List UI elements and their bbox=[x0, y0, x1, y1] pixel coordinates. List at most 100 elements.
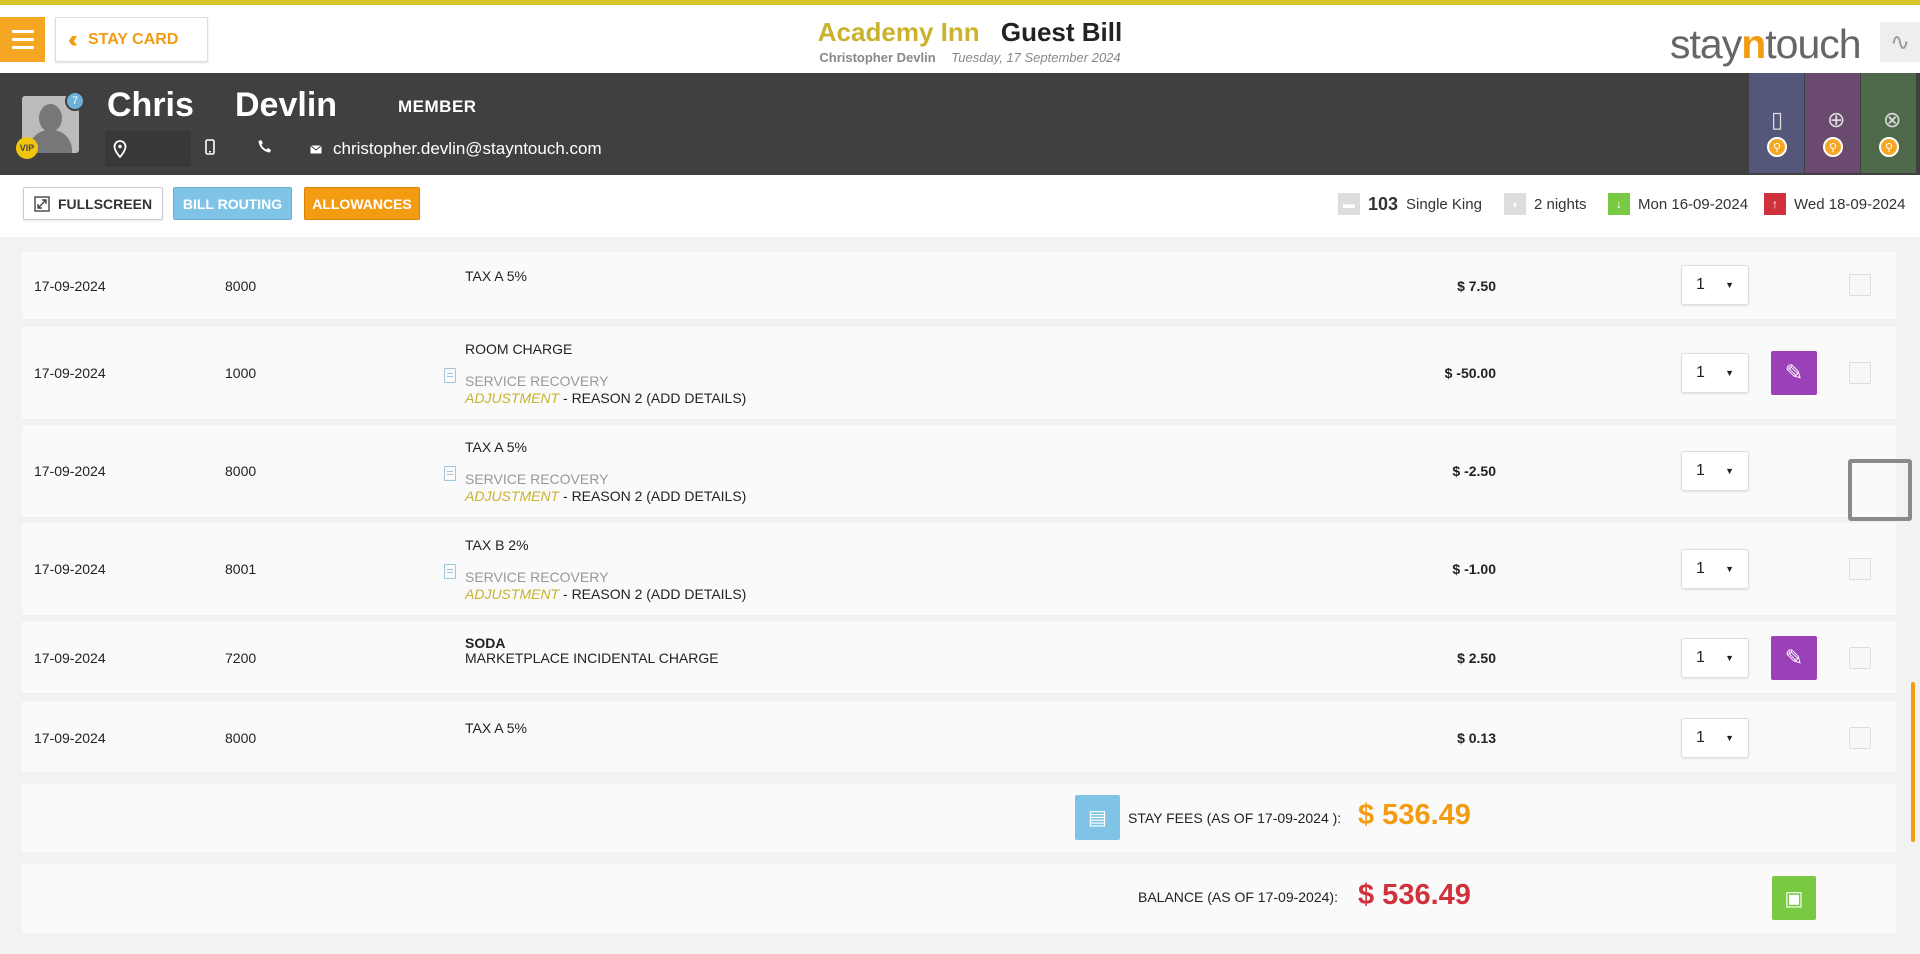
menu-icon-line bbox=[11, 38, 34, 41]
hamburger-menu-button[interactable] bbox=[0, 17, 45, 62]
row-checkbox[interactable] bbox=[1849, 647, 1871, 669]
departure-date: Wed 18-09-2024 bbox=[1794, 195, 1906, 213]
fullscreen-label: FULLSCREEN bbox=[57, 195, 153, 212]
search-icon: ⚲ bbox=[1767, 137, 1787, 157]
document-icon bbox=[444, 466, 456, 481]
room-tab[interactable]: ▯ ⚲ bbox=[1749, 73, 1804, 173]
table-row: 17-09-2024 8001 TAX B 2% SERVICE RECOVER… bbox=[22, 523, 1896, 616]
edit-pencil-button[interactable]: ✎ bbox=[1771, 351, 1817, 395]
row-description: ROOM CHARGE bbox=[465, 341, 573, 357]
receipt-icon[interactable]: ▤ bbox=[1075, 795, 1120, 840]
document-icon bbox=[444, 564, 456, 579]
table-row: 17-09-2024 8000 TAX A 5% SERVICE RECOVER… bbox=[22, 425, 1896, 518]
telephone-icon[interactable] bbox=[258, 139, 272, 157]
location-field[interactable] bbox=[105, 131, 191, 167]
row-description: TAX A 5% bbox=[465, 268, 527, 284]
notification-count-badge[interactable]: 7 bbox=[65, 91, 85, 111]
stay-fees-value: $ 536.49 bbox=[1358, 799, 1471, 831]
web-tab[interactable]: ⊕ ⚲ bbox=[1805, 73, 1860, 173]
vertical-scrollbar[interactable] bbox=[1911, 682, 1915, 842]
quantity-select[interactable]: 1 ▼ bbox=[1681, 451, 1749, 491]
balance-label: BALANCE (AS OF 17-09-2024): bbox=[1138, 889, 1338, 905]
row-amount: $ -1.00 bbox=[1452, 561, 1496, 577]
stay-fees-label: STAY FEES (AS OF 17-09-2024 ): bbox=[1128, 810, 1342, 826]
stay-fees-summary: ▤ STAY FEES (AS OF 17-09-2024 ): $ 536.4… bbox=[22, 784, 1896, 852]
edit-pencil-button[interactable]: ✎ bbox=[1771, 636, 1817, 680]
document-icon bbox=[444, 368, 456, 383]
caret-down-icon: ▼ bbox=[1725, 466, 1734, 476]
table-row: 17-09-2024 1000 ROOM CHARGE SERVICE RECO… bbox=[22, 327, 1896, 420]
circles-icon: ⊗ bbox=[1883, 107, 1902, 132]
mobile-phone-icon[interactable] bbox=[205, 139, 215, 160]
row-date: 17-09-2024 bbox=[34, 278, 106, 294]
row-code: 8001 bbox=[225, 561, 257, 577]
row-date: 17-09-2024 bbox=[34, 730, 106, 746]
row-code: 8000 bbox=[225, 463, 257, 479]
row-description: TAX A 5% bbox=[465, 720, 527, 736]
arrival-info: ↓ Mon 16-09-2024 bbox=[1608, 193, 1748, 215]
row-checkbox-focused[interactable] bbox=[1848, 459, 1912, 521]
row-checkbox[interactable] bbox=[1849, 362, 1871, 384]
guest-last-name[interactable]: Devlin bbox=[235, 86, 337, 125]
vip-badge: VIP bbox=[16, 137, 38, 159]
room-info: ▬ 103 Single King bbox=[1338, 193, 1482, 215]
group-tab[interactable]: ⊗ ⚲ bbox=[1861, 73, 1916, 173]
table-row: 17-09-2024 8000 TAX A 5% $ 7.50 1 ▼ bbox=[22, 252, 1896, 320]
row-code: 7200 bbox=[225, 650, 257, 666]
double-chevron-left-icon: ‹‹ bbox=[68, 25, 78, 53]
allowances-button[interactable]: ALLOWANCES bbox=[304, 187, 420, 220]
quantity-select[interactable]: 1 ▼ bbox=[1681, 638, 1749, 678]
balance-value: $ 536.49 bbox=[1358, 879, 1471, 911]
nights-count: 2 nights bbox=[1534, 195, 1587, 213]
quantity-select[interactable]: 1 ▼ bbox=[1681, 718, 1749, 758]
row-sub-description: SERVICE RECOVERY bbox=[465, 569, 609, 585]
stay-card-label: STAY CARD bbox=[87, 30, 179, 48]
search-icon: ⚲ bbox=[1823, 137, 1843, 157]
moon-icon: ◗ bbox=[1504, 193, 1526, 215]
caret-down-icon: ▼ bbox=[1725, 653, 1734, 663]
row-amount: $ -50.00 bbox=[1444, 365, 1496, 381]
row-sub-description: SERVICE RECOVERY bbox=[465, 373, 609, 389]
globe-icon: ⊕ bbox=[1827, 107, 1846, 132]
building-icon: ▯ bbox=[1771, 107, 1784, 132]
quantity-select[interactable]: 1 ▼ bbox=[1681, 549, 1749, 589]
guest-bill-title: Guest Bill bbox=[1000, 17, 1123, 47]
row-adjustment: ADJUSTMENT - REASON 2 (ADD DETAILS) bbox=[465, 390, 747, 406]
row-date: 17-09-2024 bbox=[34, 561, 106, 577]
row-sub-description: SERVICE RECOVERY bbox=[465, 471, 609, 487]
row-checkbox[interactable] bbox=[1849, 727, 1871, 749]
row-checkbox[interactable] bbox=[1849, 558, 1871, 580]
row-adjustment: ADJUSTMENT - REASON 2 (ADD DETAILS) bbox=[465, 586, 747, 602]
balance-summary: BALANCE (AS OF 17-09-2024): $ 536.49 ▣ bbox=[22, 864, 1896, 934]
fullscreen-button[interactable]: FULLSCREEN bbox=[23, 187, 163, 220]
bill-routing-button[interactable]: BILL ROUTING bbox=[173, 187, 292, 220]
arrow-up-icon: ↑ bbox=[1764, 193, 1786, 215]
arrow-down-icon: ↓ bbox=[1608, 193, 1630, 215]
row-description: SODA bbox=[465, 635, 506, 651]
row-code: 1000 bbox=[225, 365, 257, 381]
guest-full-name: Christopher Devlin bbox=[819, 50, 936, 65]
quantity-select[interactable]: 1 ▼ bbox=[1681, 353, 1749, 393]
member-label[interactable]: MEMBER bbox=[398, 97, 477, 117]
wallet-payment-button[interactable]: ▣ bbox=[1772, 876, 1816, 920]
row-amount: $ 0.13 bbox=[1457, 730, 1496, 746]
caret-down-icon: ▼ bbox=[1725, 280, 1734, 290]
expand-icon bbox=[34, 195, 50, 212]
guest-info-bar: 7 VIP Chris Devlin MEMBER christopher.de… bbox=[0, 73, 1920, 175]
caret-down-icon: ▼ bbox=[1725, 733, 1734, 743]
row-code: 8000 bbox=[225, 730, 257, 746]
guest-email[interactable]: christopher.devlin@stayntouch.com bbox=[333, 139, 602, 159]
search-icon: ⚲ bbox=[1879, 137, 1899, 157]
bed-icon: ▬ bbox=[1338, 193, 1360, 215]
row-date: 17-09-2024 bbox=[34, 463, 106, 479]
row-checkbox[interactable] bbox=[1849, 274, 1871, 296]
stayntouch-logo: stayntouch bbox=[1670, 21, 1862, 67]
activity-pulse-icon[interactable]: ∿ bbox=[1880, 22, 1920, 62]
guest-first-name[interactable]: Chris bbox=[107, 86, 194, 125]
caret-down-icon: ▼ bbox=[1725, 564, 1734, 574]
room-type: Single King bbox=[1406, 195, 1482, 213]
stay-card-back-button[interactable]: ‹‹ STAY CARD bbox=[55, 17, 208, 62]
nights-info: ◗ 2 nights bbox=[1504, 193, 1587, 215]
quantity-select[interactable]: 1 ▼ bbox=[1681, 265, 1749, 305]
table-row: 17-09-2024 7200 SODA MARKETPLACE INCIDEN… bbox=[22, 622, 1896, 694]
